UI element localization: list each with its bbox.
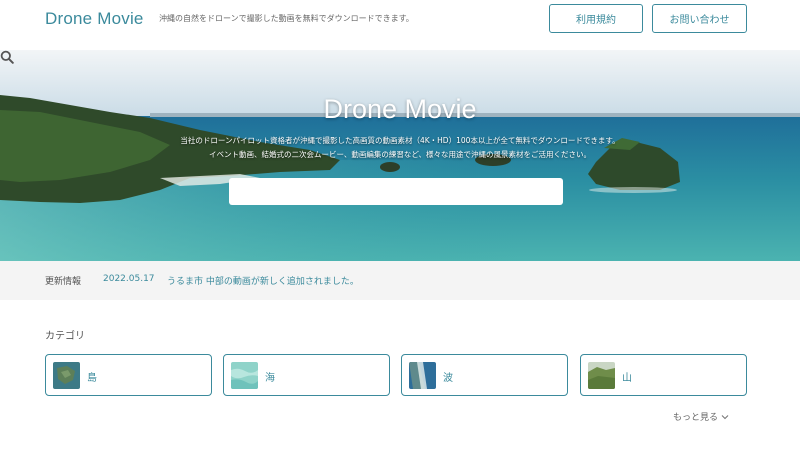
more-link[interactable]: もっと見る: [673, 410, 729, 423]
hero-description-line1: 当社のドローンパイロット資格者が沖縄で撮影した高画質の動画素材（4K・HD）10…: [180, 136, 620, 145]
category-card-mountain[interactable]: 山: [580, 354, 747, 396]
category-label-mountain: 山: [622, 373, 632, 384]
chevron-down-icon: [721, 414, 729, 419]
terms-button[interactable]: 利用規約: [549, 4, 643, 33]
news-bar: 更新情報 2022.05.17 うるま市 中部の動画が新しく追加されました。: [0, 261, 800, 300]
category-label-wave: 波: [443, 373, 453, 384]
more-link-label: もっと見る: [673, 413, 719, 423]
contact-button[interactable]: お問い合わせ: [652, 4, 747, 33]
category-card-island[interactable]: 島: [45, 354, 212, 396]
category-heading: カテゴリ: [45, 331, 85, 342]
search-box: [229, 178, 563, 205]
category-card-sea[interactable]: 海: [223, 354, 390, 396]
search-icon[interactable]: [0, 50, 14, 64]
news-date[interactable]: 2022.05.17: [103, 274, 155, 284]
category-label-sea: 海: [265, 373, 275, 384]
news-label: 更新情報: [45, 277, 82, 287]
category-label-island: 島: [87, 373, 97, 384]
hero-banner: Drone Movie 当社のドローンパイロット資格者が沖縄で撮影した高画質の動…: [0, 50, 800, 261]
site-header: Drone Movie 沖縄の自然をドローンで撮影した動画を無料でダウンロードで…: [0, 0, 800, 50]
hero-description-line2: イベント動画、結婚式の二次会ムービー、動画編集の練習など、様々な用途で沖縄の風景…: [208, 150, 592, 159]
category-thumbnail-sea: [231, 362, 258, 389]
category-thumbnail-wave: [409, 362, 436, 389]
category-thumbnail-mountain: [588, 362, 615, 389]
site-logo[interactable]: Drone Movie: [45, 9, 144, 29]
search-input[interactable]: [229, 178, 529, 205]
category-card-wave[interactable]: 波: [401, 354, 568, 396]
hero-title: Drone Movie: [323, 94, 477, 124]
category-thumbnail-island: [53, 362, 80, 389]
site-tagline: 沖縄の自然をドローンで撮影した動画を無料でダウンロードできます。: [159, 14, 414, 23]
news-text[interactable]: うるま市 中部の動画が新しく追加されました。: [167, 274, 359, 287]
